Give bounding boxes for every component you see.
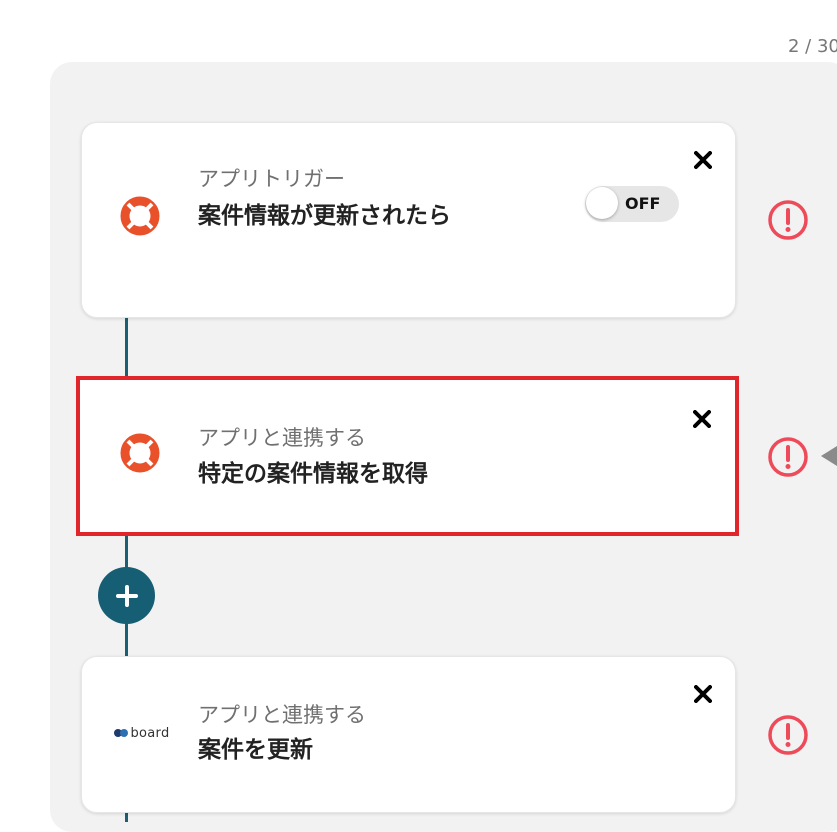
- toggle-label: OFF: [625, 194, 661, 213]
- board-logo-text: board: [130, 725, 170, 741]
- warning-icon[interactable]: [767, 199, 809, 241]
- card-title: 案件を更新: [198, 737, 313, 763]
- card-type-label: アプリトリガー: [198, 167, 345, 191]
- close-icon[interactable]: [691, 682, 715, 706]
- warning-icon[interactable]: [767, 436, 809, 478]
- card-type-label: アプリと連携する: [198, 426, 366, 450]
- card-title: 案件情報が更新されたら: [198, 203, 451, 229]
- update-deal-card[interactable]: board アプリと連携する 案件を更新: [81, 656, 736, 813]
- flow-connector: [125, 812, 128, 822]
- card-type-label: アプリと連携する: [198, 703, 366, 727]
- trigger-toggle[interactable]: OFF: [585, 186, 679, 222]
- toggle-knob: [586, 187, 618, 219]
- step-counter: 2 / 30: [788, 36, 837, 57]
- lifebuoy-icon: [117, 430, 163, 476]
- trigger-card[interactable]: アプリトリガー 案件情報が更新されたら OFF: [81, 122, 736, 318]
- add-step-button[interactable]: [98, 567, 155, 624]
- close-icon[interactable]: [690, 407, 714, 431]
- close-icon[interactable]: [691, 148, 715, 172]
- board-logo-icon: board: [112, 710, 172, 756]
- get-deal-card[interactable]: アプリと連携する 特定の案件情報を取得: [76, 376, 739, 536]
- warning-icon[interactable]: [767, 714, 809, 756]
- plus-icon: [115, 584, 138, 607]
- lifebuoy-icon: [117, 193, 163, 239]
- side-panel-arrow-icon: [821, 446, 837, 466]
- card-title: 特定の案件情報を取得: [198, 461, 428, 487]
- flow-connector: [125, 318, 128, 378]
